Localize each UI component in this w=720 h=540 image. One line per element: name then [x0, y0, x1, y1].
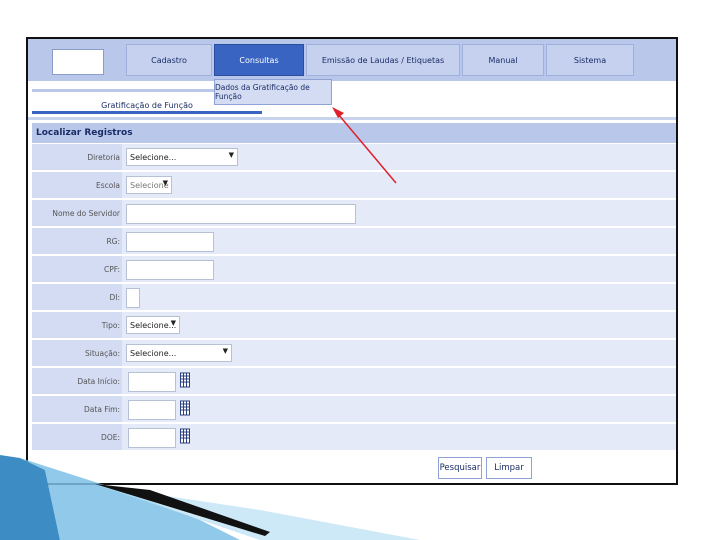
- situacao-value: Selecione...: [130, 348, 177, 358]
- nome-input[interactable]: [126, 204, 356, 224]
- menu-dropdown-dados-gratificacao[interactable]: Dados da Gratificação de Função: [214, 79, 332, 105]
- label-diretoria: Diretoria: [32, 144, 122, 170]
- chevron-down-icon: ▼: [222, 347, 228, 355]
- data-fim-input[interactable]: [128, 400, 176, 420]
- tipo-value: Selecione...: [130, 320, 177, 330]
- calendar-icon[interactable]: [180, 427, 190, 444]
- doe-input[interactable]: [128, 428, 176, 448]
- row-situacao: Situação: Selecione... ▼: [32, 340, 676, 367]
- chevron-down-icon: ▼: [228, 151, 234, 159]
- calendar-icon[interactable]: [180, 399, 190, 416]
- row-doe: DOE:: [32, 424, 676, 451]
- label-escola: Escola: [32, 172, 122, 198]
- rg-input[interactable]: [126, 232, 214, 252]
- pesquisar-button[interactable]: Pesquisar: [438, 457, 482, 479]
- label-situacao: Situação:: [32, 340, 122, 366]
- label-tipo: Tipo:: [32, 312, 122, 338]
- button-bar: [32, 451, 676, 481]
- menu-cadastro[interactable]: Cadastro: [126, 44, 212, 76]
- data-inicio-input[interactable]: [128, 372, 176, 392]
- label-rg: RG:: [32, 228, 122, 254]
- label-nome: Nome do Servidor: [32, 200, 122, 226]
- logo: [52, 49, 104, 75]
- menu-sistema[interactable]: Sistema: [546, 44, 634, 76]
- limpar-button[interactable]: Limpar: [486, 457, 532, 479]
- form-title: Localizar Registros: [32, 123, 676, 143]
- app-window: Cadastro Consultas Emissão de Laudas / E…: [26, 37, 678, 485]
- tab-active-indicator: [32, 111, 262, 114]
- menu-emissao-laudas[interactable]: Emissão de Laudas / Etiquetas: [306, 44, 460, 76]
- row-di: DI:: [32, 284, 676, 311]
- label-cpf: CPF:: [32, 256, 122, 282]
- row-tipo: Tipo: Selecione... ▼: [32, 312, 676, 339]
- top-menu-bar: Cadastro Consultas Emissão de Laudas / E…: [28, 39, 676, 81]
- cpf-input[interactable]: [126, 260, 214, 280]
- chevron-down-icon: ▼: [162, 179, 168, 187]
- row-data-fim: Data Fim:: [32, 396, 676, 423]
- menu-consultas[interactable]: Consultas: [214, 44, 304, 76]
- label-doe: DOE:: [32, 424, 122, 450]
- escola-select[interactable]: Selecione ▼: [126, 176, 172, 194]
- chevron-down-icon: ▼: [170, 319, 176, 327]
- situacao-select[interactable]: Selecione... ▼: [126, 344, 232, 362]
- diretoria-select[interactable]: Selecione... ▼: [126, 148, 238, 166]
- label-data-inicio: Data Início:: [32, 368, 122, 394]
- label-data-fim: Data Fim:: [32, 396, 122, 422]
- di-input[interactable]: [126, 288, 140, 308]
- menu-manual[interactable]: Manual: [462, 44, 544, 76]
- tipo-select[interactable]: Selecione... ▼: [126, 316, 180, 334]
- row-escola: Escola Selecione ▼: [32, 172, 676, 199]
- diretoria-value: Selecione...: [130, 152, 177, 162]
- row-data-inicio: Data Início:: [32, 368, 676, 395]
- row-cpf: CPF:: [32, 256, 676, 283]
- row-rg: RG:: [32, 228, 676, 255]
- divider: [28, 117, 676, 120]
- calendar-icon[interactable]: [180, 371, 190, 388]
- row-nome: Nome do Servidor: [32, 200, 676, 227]
- label-di: DI:: [32, 284, 122, 310]
- row-diretoria: Diretoria Selecione... ▼: [32, 144, 676, 171]
